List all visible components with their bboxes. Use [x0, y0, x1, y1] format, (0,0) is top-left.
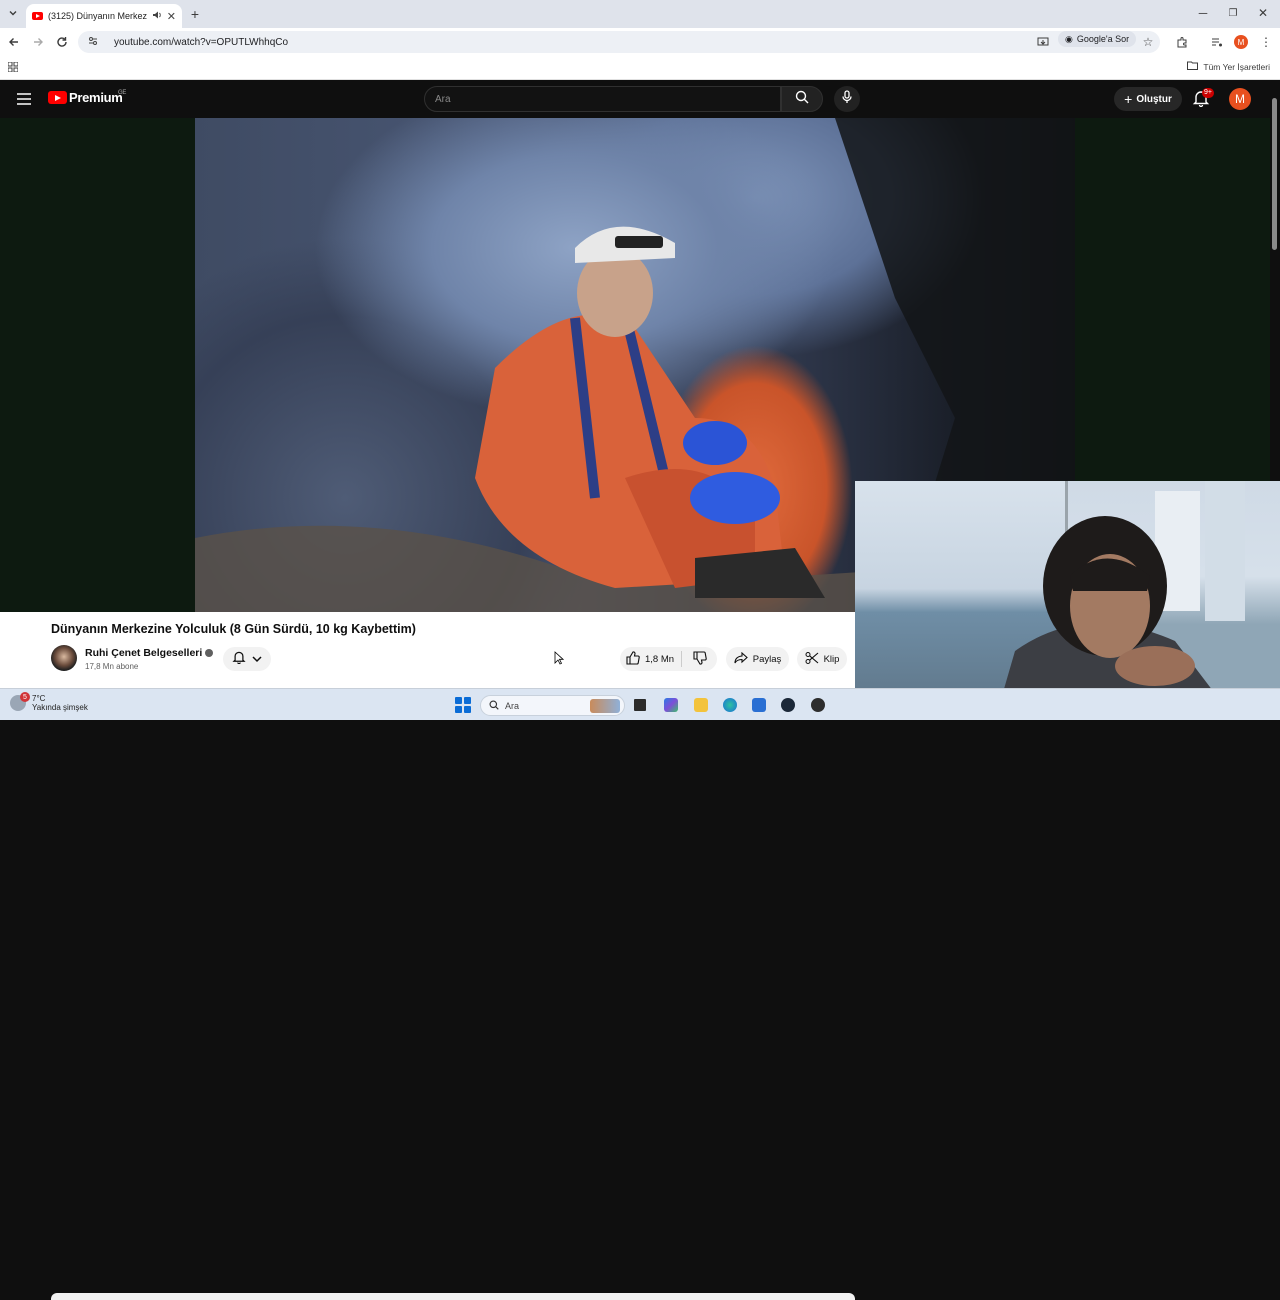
browser-tab-bar: (3125) Dünyanın Merkezine ✕ + ─ ❐ ✕ — [0, 0, 1280, 28]
media-control-icon[interactable] — [1210, 35, 1224, 49]
thumbs-up-icon — [626, 650, 640, 668]
weather-cloud-icon: 5 — [10, 692, 30, 711]
tab-list-chevron-icon[interactable] — [6, 6, 20, 20]
obs-studio-icon[interactable] — [811, 698, 825, 712]
search-highlight-icon — [590, 699, 620, 713]
speaker-icon[interactable] — [152, 10, 162, 22]
tab-youtube[interactable]: (3125) Dünyanın Merkezine ✕ — [26, 4, 182, 28]
clip-label: Klip — [823, 653, 840, 665]
back-icon[interactable] — [7, 35, 21, 49]
reload-icon[interactable] — [55, 35, 69, 49]
url-text[interactable]: youtube.com/watch?v=OPUTLWhhqCo — [114, 37, 288, 48]
tab-title: (3125) Dünyanın Merkezine — [48, 11, 147, 21]
taskbar-search-label: Ara — [505, 700, 520, 711]
create-button[interactable]: + Oluştur — [1114, 87, 1182, 111]
youtube-header: Premium GE Ara + Oluştur 9+ M — [0, 80, 1270, 118]
logo-country-code: GE — [118, 90, 127, 96]
restore-icon[interactable]: ❐ — [1226, 6, 1240, 20]
search-icon — [795, 90, 809, 109]
microphone-icon — [842, 89, 852, 109]
address-bar-row: youtube.com/watch?v=OPUTLWhhqCo ◉ Google… — [0, 28, 1280, 56]
chevron-down-icon — [252, 650, 262, 668]
plus-icon: + — [1124, 91, 1133, 107]
weather-description: Yakında şimşek — [32, 703, 88, 712]
folder-icon — [1187, 61, 1199, 72]
google-ask-label: Google'a Sor — [1076, 34, 1130, 44]
edge-browser-icon[interactable] — [723, 698, 737, 712]
windows-taskbar: 5 7°C Yakında şimşek Ara — [0, 688, 1280, 720]
notification-badge: 9+ — [1202, 88, 1214, 98]
channel-name[interactable]: Ruhi Çenet Belgeselleri — [85, 647, 214, 659]
scissors-icon — [805, 651, 819, 668]
voice-search-button[interactable] — [834, 86, 860, 112]
google-ask-button[interactable]: ◉ Google'a Sor — [1058, 31, 1137, 47]
taskbar-search-icon — [489, 700, 499, 712]
youtube-premium-logo[interactable]: Premium GE — [48, 90, 127, 105]
new-tab-icon[interactable]: + — [188, 6, 202, 22]
apps-grid-icon[interactable] — [7, 61, 19, 73]
menu-kebab-icon[interactable]: ⋮ — [1259, 35, 1273, 49]
extensions-icon[interactable] — [1175, 35, 1189, 49]
copilot-icon[interactable] — [664, 698, 678, 712]
google-lens-icon: ◉ — [1065, 33, 1073, 44]
channel-avatar[interactable] — [51, 645, 77, 671]
weather-badge: 5 — [20, 692, 30, 702]
bookmarks-bar: Tüm Yer İşaretleri — [0, 56, 1280, 80]
thumbs-down-icon — [693, 650, 707, 668]
forward-icon[interactable] — [31, 35, 45, 49]
share-button[interactable]: Paylaş — [726, 647, 789, 671]
all-bookmarks-label: Tüm Yer İşaretleri — [1203, 61, 1270, 72]
share-icon — [734, 651, 748, 667]
site-info-icon[interactable] — [88, 36, 98, 49]
windows-start-icon[interactable] — [455, 697, 471, 713]
webcam-overlay — [855, 481, 1280, 720]
microsoft-store-icon[interactable] — [752, 698, 766, 712]
close-window-icon[interactable]: ✕ — [1256, 6, 1270, 20]
like-dislike-group: 1,8 Mn — [620, 647, 717, 671]
share-label: Paylaş — [752, 653, 782, 665]
subscription-bell-icon — [232, 650, 246, 669]
channel-name-text: Ruhi Çenet Belgeselleri — [85, 647, 203, 659]
like-button[interactable]: 1,8 Mn — [626, 650, 675, 668]
video-title: Dünyanın Merkezine Yolculuk (8 Gün Sürdü… — [51, 622, 416, 636]
minimize-icon[interactable]: ─ — [1196, 6, 1210, 20]
taskbar-search-box[interactable]: Ara — [480, 695, 625, 716]
profile-avatar[interactable]: M — [1234, 35, 1248, 49]
subscription-notification-button[interactable] — [223, 647, 271, 671]
youtube-favicon-icon — [32, 12, 43, 20]
close-tab-icon[interactable]: ✕ — [167, 10, 176, 23]
like-count: 1,8 Mn — [644, 653, 675, 665]
create-label: Oluştur — [1136, 93, 1172, 105]
search-input[interactable]: Ara — [424, 86, 781, 112]
weather-widget[interactable]: 5 7°C Yakında şimşek — [10, 692, 88, 712]
scrollbar-thumb[interactable] — [1272, 98, 1277, 250]
mouse-cursor-icon — [554, 651, 564, 665]
hamburger-menu-icon[interactable] — [17, 92, 31, 110]
steam-icon[interactable] — [781, 698, 795, 712]
file-explorer-icon[interactable] — [694, 698, 708, 712]
omnibox[interactable]: youtube.com/watch?v=OPUTLWhhqCo — [78, 31, 1160, 53]
dislike-button[interactable] — [689, 650, 711, 668]
youtube-logo-icon — [48, 91, 67, 104]
account-avatar[interactable]: M — [1229, 88, 1251, 110]
all-bookmarks-button[interactable]: Tüm Yer İşaretleri — [1187, 61, 1270, 72]
weather-temperature: 7°C — [32, 694, 46, 703]
install-app-icon[interactable] — [1036, 35, 1050, 49]
clip-button[interactable]: Klip — [797, 647, 847, 671]
search-button[interactable] — [781, 86, 823, 112]
subscriber-count: 17,8 Mn abone — [85, 662, 139, 671]
bookmark-star-icon[interactable]: ☆ — [1141, 35, 1155, 49]
logo-text: Premium — [69, 90, 123, 105]
webcam-person-image — [995, 481, 1245, 720]
description-box[interactable] — [51, 1293, 855, 1300]
video-info-section: Dünyanın Merkezine Yolculuk (8 Gün Sürdü… — [0, 612, 855, 1300]
verified-badge-icon — [205, 649, 214, 658]
like-divider — [681, 651, 683, 667]
task-view-icon[interactable] — [634, 699, 646, 711]
